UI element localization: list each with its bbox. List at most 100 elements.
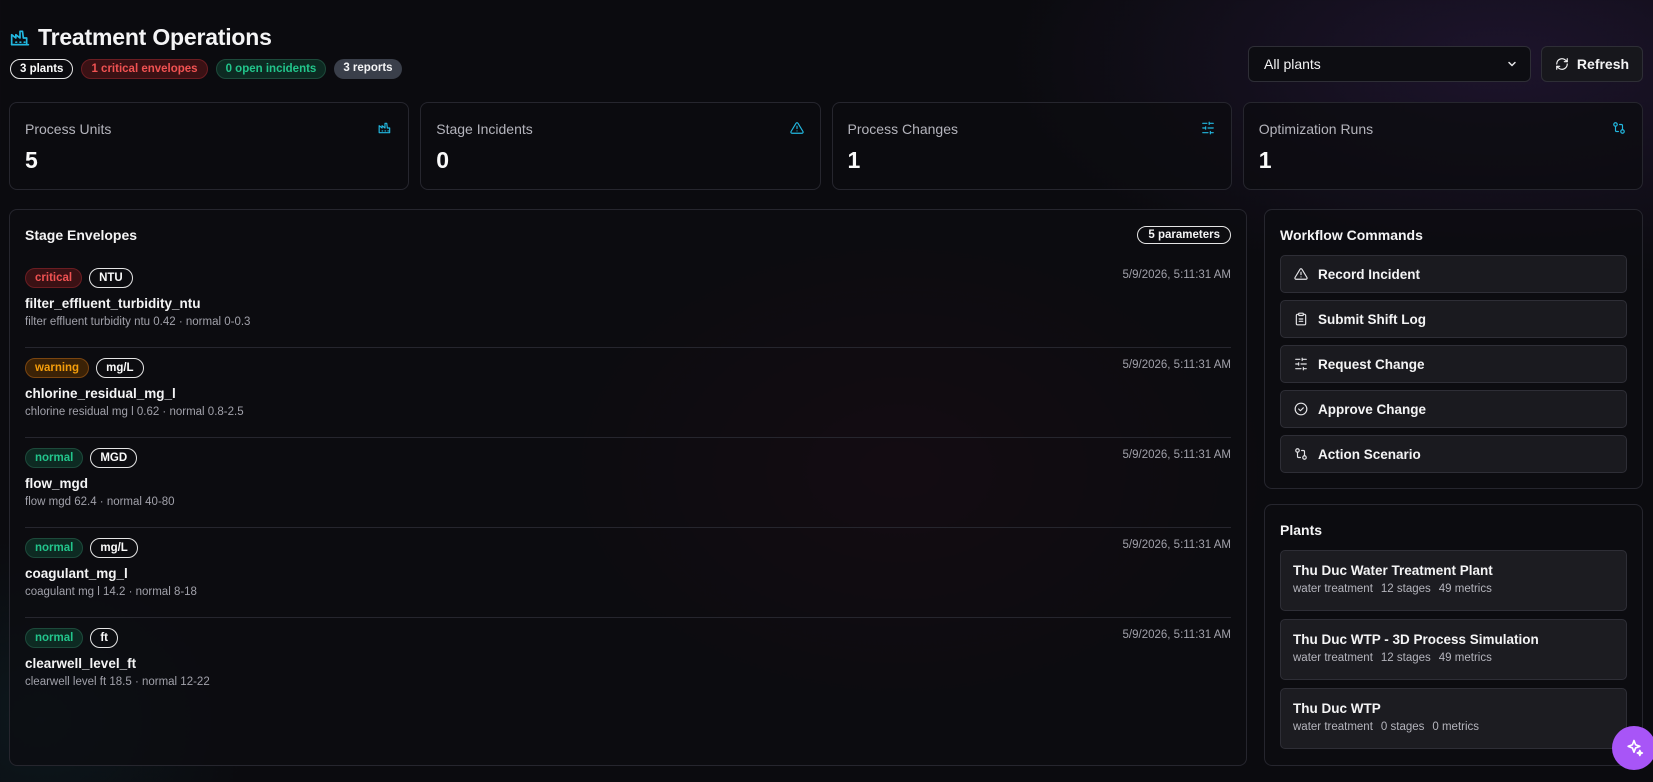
stat-cards: Process Units 5 Stage Incidents 0 Proces… xyxy=(9,102,1643,190)
envelope-description: coagulant mg l 14.2 · normal 8-18 xyxy=(25,586,197,598)
status-badge: normal xyxy=(25,628,84,648)
panel-title: Workflow Commands xyxy=(1280,227,1423,243)
record-incident-button[interactable]: Record Incident xyxy=(1280,255,1627,293)
plant-meta: water treatment 0 stages 0 metrics xyxy=(1293,721,1614,733)
plant-select[interactable]: All plants xyxy=(1248,46,1531,82)
panel-title: Stage Envelopes xyxy=(25,227,138,243)
stat-label: Process Units xyxy=(25,121,112,137)
unit-badge: mg/L xyxy=(90,538,138,558)
plant-type: water treatment xyxy=(1293,583,1373,595)
status-badge: normal xyxy=(25,538,84,558)
plant-metrics: 0 metrics xyxy=(1432,721,1480,733)
open-incidents-badge: 0 open incidents xyxy=(215,59,327,79)
alert-triangle-icon xyxy=(789,122,804,134)
envelope-tags: normal mg/L xyxy=(25,538,1231,558)
approve-change-button[interactable]: Approve Change xyxy=(1280,390,1627,428)
command-label: Request Change xyxy=(1318,356,1425,372)
plant-list: Thu Duc Water Treatment Plant water trea… xyxy=(1280,550,1627,749)
plant-card[interactable]: Thu Duc WTP water treatment 0 stages 0 m… xyxy=(1280,688,1627,749)
plant-meta: water treatment 12 stages 49 metrics xyxy=(1293,652,1614,664)
sliders-icon xyxy=(1295,357,1307,371)
plant-type: water treatment xyxy=(1293,652,1373,664)
envelope-description: flow mgd 62.4 · normal 40-80 xyxy=(25,496,175,508)
envelope-tags: warning mg/L xyxy=(25,358,1231,378)
command-list: Record Incident Submit Shift Log Request… xyxy=(1280,255,1627,473)
envelope-description: filter effluent turbidity ntu 0.42 · nor… xyxy=(25,316,251,328)
envelope-name: filter_effluent_turbidity_ntu xyxy=(25,296,201,311)
envelope-item[interactable]: normal mg/L 5/9/2026, 5:11:31 AM coagula… xyxy=(25,528,1231,618)
envelope-item[interactable]: warning mg/L 5/9/2026, 5:11:31 AM chlori… xyxy=(25,348,1231,438)
stat-label: Optimization Runs xyxy=(1258,121,1374,137)
stat-value: 5 xyxy=(25,147,38,173)
envelope-name: flow_mgd xyxy=(25,476,88,491)
stat-card-optimization-runs: Optimization Runs 1 xyxy=(1242,102,1643,190)
envelope-tags: normal MGD xyxy=(25,448,1231,468)
plant-metrics: 49 metrics xyxy=(1438,583,1492,595)
plant-metrics: 49 metrics xyxy=(1438,652,1492,664)
envelope-timestamp: 5/9/2026, 5:11:31 AM xyxy=(1122,359,1231,371)
envelope-item[interactable]: normal ft 5/9/2026, 5:11:31 AM clearwell… xyxy=(25,618,1231,708)
envelope-name: chlorine_residual_mg_l xyxy=(25,386,176,401)
envelope-timestamp: 5/9/2026, 5:11:31 AM xyxy=(1122,629,1231,641)
plant-stages: 0 stages xyxy=(1380,721,1425,733)
clipboard-icon xyxy=(1295,312,1307,326)
plant-stages: 12 stages xyxy=(1380,583,1431,595)
stat-card-process-changes: Process Changes 1 xyxy=(831,102,1232,190)
command-label: Record Incident xyxy=(1318,266,1421,282)
parameters-count-badge: 5 parameters xyxy=(1137,226,1231,244)
plants-count-badge: 3 plants xyxy=(10,59,74,79)
envelope-tags: normal ft xyxy=(25,628,1231,648)
unit-badge: MGD xyxy=(90,448,138,468)
submit-shift-log-button[interactable]: Submit Shift Log xyxy=(1280,300,1627,338)
envelope-timestamp: 5/9/2026, 5:11:31 AM xyxy=(1122,449,1231,461)
plant-select-value: All plants xyxy=(1264,56,1321,72)
stat-value: 1 xyxy=(1258,147,1272,173)
envelope-timestamp: 5/9/2026, 5:11:31 AM xyxy=(1122,269,1231,281)
unit-badge: ft xyxy=(90,628,119,648)
stat-label: Stage Incidents xyxy=(436,121,533,137)
alert-triangle-icon xyxy=(1294,268,1308,280)
action-scenario-button[interactable]: Action Scenario xyxy=(1280,435,1627,473)
stat-value: 0 xyxy=(436,147,450,173)
status-badge: critical xyxy=(25,268,83,288)
ai-assistant-button[interactable] xyxy=(1612,726,1653,770)
status-badge: normal xyxy=(25,448,84,468)
plant-card[interactable]: Thu Duc Water Treatment Plant water trea… xyxy=(1280,550,1627,611)
envelope-name: clearwell_level_ft xyxy=(25,656,137,671)
reports-badge: 3 reports xyxy=(334,59,402,79)
envelope-description: chlorine residual mg l 0.62 · normal 0.8… xyxy=(25,406,244,418)
plant-name: Thu Duc WTP - 3D Process Simulation xyxy=(1293,632,1539,647)
stat-card-process-units: Process Units 5 xyxy=(9,102,410,190)
envelope-tags: critical NTU xyxy=(25,268,1231,288)
panel-title: Plants xyxy=(1280,522,1323,538)
envelope-description: clearwell level ft 18.5 · normal 12-22 xyxy=(25,676,210,688)
plants-panel: Plants Thu Duc Water Treatment Plant wat… xyxy=(1264,504,1643,766)
workflow-commands-panel: Workflow Commands Record Incident Submit… xyxy=(1264,209,1643,489)
command-label: Action Scenario xyxy=(1318,446,1421,462)
refresh-button[interactable]: Refresh xyxy=(1541,46,1643,82)
request-change-button[interactable]: Request Change xyxy=(1280,345,1627,383)
plant-card[interactable]: Thu Duc WTP - 3D Process Simulation wate… xyxy=(1280,619,1627,680)
factory-icon xyxy=(10,30,30,46)
header-controls: All plants Refresh xyxy=(1248,46,1643,82)
envelope-timestamp: 5/9/2026, 5:11:31 AM xyxy=(1122,539,1231,551)
check-circle-icon xyxy=(1294,402,1308,416)
chevron-down-icon xyxy=(1508,61,1516,67)
unit-badge: NTU xyxy=(89,268,133,288)
envelope-item[interactable]: critical NTU 5/9/2026, 5:11:31 AM filter… xyxy=(25,258,1231,348)
refresh-label: Refresh xyxy=(1576,56,1630,72)
plant-name: Thu Duc WTP xyxy=(1293,701,1381,716)
plant-meta: water treatment 12 stages 49 metrics xyxy=(1293,583,1614,595)
envelope-item[interactable]: normal MGD 5/9/2026, 5:11:31 AM flow_mgd… xyxy=(25,438,1231,528)
refresh-icon xyxy=(1556,58,1568,70)
git-compare-icon xyxy=(1295,448,1307,460)
command-label: Approve Change xyxy=(1318,401,1427,417)
envelope-name: coagulant_mg_l xyxy=(25,566,128,581)
panel-header: Stage Envelopes 5 parameters xyxy=(25,226,1231,244)
sliders-icon xyxy=(1201,121,1214,135)
page-title: Treatment Operations xyxy=(38,24,272,50)
unit-badge: mg/L xyxy=(96,358,144,378)
envelope-list: critical NTU 5/9/2026, 5:11:31 AM filter… xyxy=(25,258,1231,708)
sparkles-icon xyxy=(1627,739,1644,757)
plant-type: water treatment xyxy=(1293,721,1373,733)
